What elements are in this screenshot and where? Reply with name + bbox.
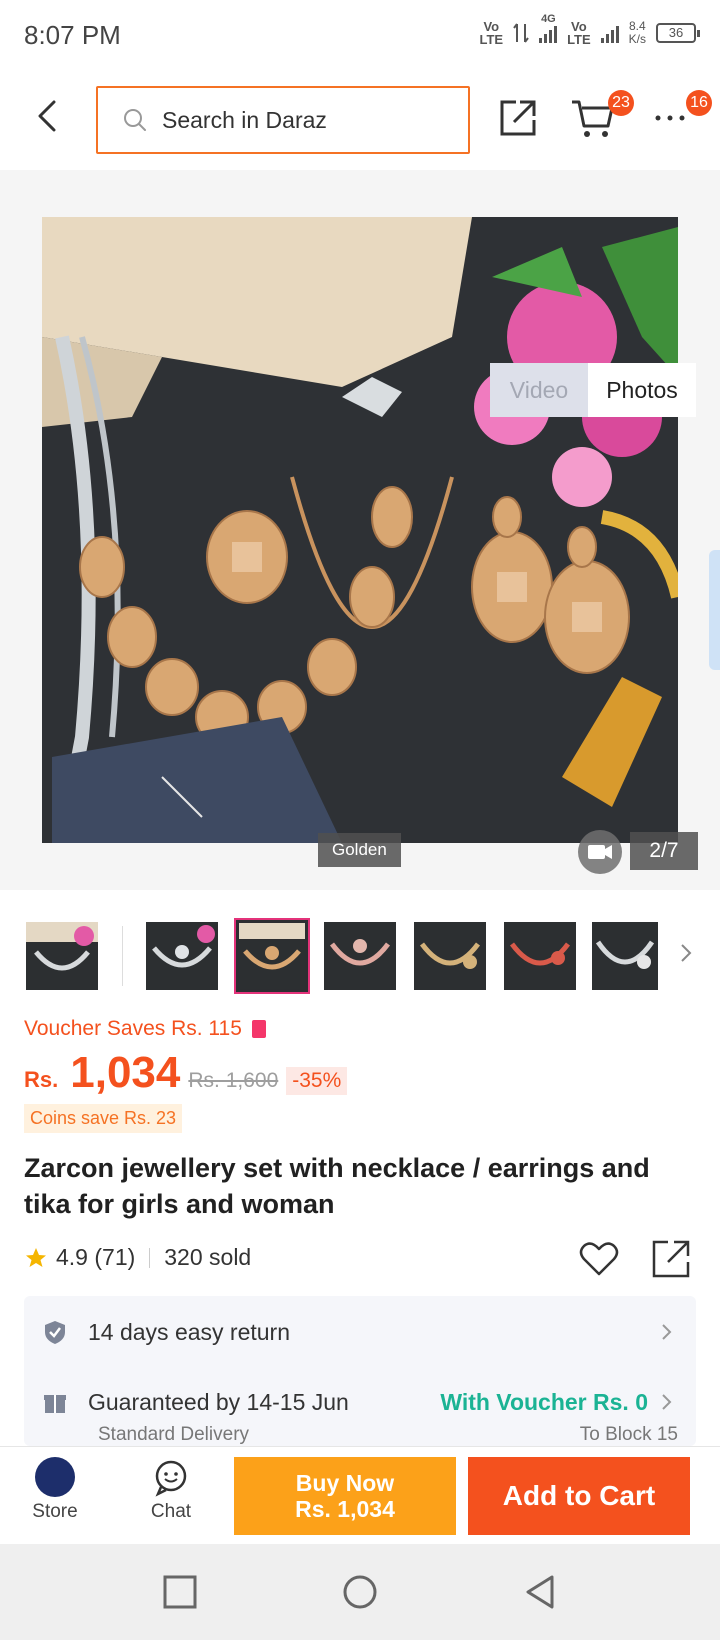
signal-bars-icon-2 — [600, 23, 619, 43]
price-row: Rs. 1,034 Rs. 1,600 -35% — [24, 1048, 348, 1098]
recent-apps-icon[interactable] — [162, 1574, 198, 1610]
rating-divider — [149, 1247, 151, 1268]
return-policy-label: 14 days easy return — [88, 1318, 291, 1345]
cart-button[interactable]: 23 — [570, 90, 634, 150]
thumbnail-1[interactable] — [26, 922, 98, 990]
store-button[interactable]: Store — [10, 1457, 100, 1523]
jewellery-photo — [42, 217, 678, 843]
thumbnail-4[interactable] — [324, 922, 396, 990]
buy-now-price: Rs. 1,034 — [295, 1496, 395, 1522]
tab-photos[interactable]: Photos — [588, 363, 696, 417]
more-menu-button[interactable]: 16 — [652, 90, 712, 150]
chevron-right-icon[interactable] — [676, 940, 696, 966]
variant-label: Golden — [318, 833, 401, 867]
thumb-image — [504, 922, 576, 990]
status-bar: 8:07 PM Vo LTE 4G Vo LTE 8.4 K/s 36 — [0, 0, 720, 72]
gift-box-icon — [44, 1395, 66, 1413]
product-gallery: Video Photos — [0, 170, 720, 890]
add-to-cart-button[interactable]: Add to Cart — [468, 1457, 690, 1535]
signal-bars-icon — [539, 23, 558, 43]
search-icon — [124, 109, 146, 131]
data-transfer-icon — [513, 23, 529, 43]
product-title: Zarcon jewellery set with necklace / ear… — [24, 1153, 650, 1219]
video-camera-icon — [588, 845, 612, 859]
store-label: Store — [32, 1501, 78, 1522]
thumbnail-strip — [0, 910, 720, 998]
chevron-right-icon — [662, 1324, 672, 1340]
thumbnail-2[interactable] — [146, 922, 218, 990]
delivery-type: Standard Delivery — [98, 1424, 250, 1445]
back-arrow-icon[interactable] — [28, 96, 68, 136]
battery-icon: 36 — [656, 23, 700, 43]
shield-check-icon — [45, 1321, 65, 1344]
image-counter: 2/7 — [630, 832, 698, 870]
thumb-image — [26, 922, 98, 990]
rating-value: 4.9 (71) — [56, 1244, 136, 1270]
media-toggle: Video Photos — [490, 363, 696, 417]
delivery-voucher: With Voucher Rs. 0 — [440, 1388, 648, 1415]
volte2-bottom: LTE — [567, 32, 591, 47]
return-policy-row[interactable]: 14 days easy return — [24, 1302, 696, 1362]
chat-icon — [155, 1460, 187, 1497]
original-price: Rs. 1,600 — [188, 1069, 279, 1092]
cart-count-badge: 23 — [608, 90, 634, 116]
star-icon — [26, 1247, 46, 1267]
rating-row[interactable]: 4.9 (71) 320 sold — [24, 1244, 251, 1271]
back-triangle-icon[interactable] — [522, 1574, 558, 1610]
thumbnail-5[interactable] — [414, 922, 486, 990]
play-video-button[interactable] — [578, 830, 622, 874]
search-box[interactable]: Search in Daraz — [96, 86, 470, 154]
search-placeholder: Search in Daraz — [162, 106, 327, 133]
currency-label: Rs. — [24, 1067, 59, 1092]
chat-label: Chat — [150, 1501, 192, 1522]
thumbnail-3-selected[interactable] — [234, 918, 310, 994]
message-count-badge: 16 — [686, 90, 712, 116]
4g-label: 4G — [541, 13, 556, 25]
side-scroll-handle[interactable] — [709, 550, 720, 670]
signal-4g: 4G — [539, 13, 558, 43]
chevron-right-icon — [662, 1394, 672, 1410]
status-icons: Vo LTE 4G Vo LTE 8.4 K/s 36 — [479, 13, 700, 46]
status-time: 8:07 PM — [24, 20, 121, 50]
chat-button[interactable]: Chat — [126, 1457, 216, 1523]
speed-unit: K/s — [628, 32, 646, 46]
delivery-destination: To Block 15 — [579, 1424, 678, 1445]
coins-badge: Coins save Rs. 23 — [24, 1104, 183, 1133]
thumb-image — [146, 922, 218, 990]
voucher-savings[interactable]: Voucher Saves Rs. 115 — [24, 1017, 266, 1041]
thumbnail-7[interactable] — [592, 922, 658, 990]
volte-bottom: LTE — [479, 32, 504, 47]
thumb-image — [414, 922, 486, 990]
network-speed: 8.4 K/s — [629, 20, 646, 46]
heart-icon[interactable] — [578, 1238, 620, 1280]
thumb-image — [592, 922, 658, 990]
thumbnail-6[interactable] — [504, 922, 576, 990]
share-icon[interactable] — [650, 1238, 692, 1280]
tab-video[interactable]: Video — [490, 363, 588, 417]
current-price: 1,034 — [70, 1048, 181, 1097]
product-main-image[interactable] — [42, 217, 678, 843]
delivery-guarantee: Guaranteed by 14-15 Jun — [88, 1388, 349, 1415]
discount-badge: -35% — [286, 1067, 348, 1095]
buy-now-button[interactable]: Buy Now Rs. 1,034 — [234, 1457, 456, 1535]
bottom-action-bar: Store Chat Buy Now Rs. 1,034 Add to Cart — [0, 1446, 720, 1544]
thumbnail-divider — [122, 926, 123, 986]
voucher-icon — [251, 1020, 266, 1038]
volte-indicator: Vo LTE — [479, 20, 503, 46]
home-circle-icon[interactable] — [342, 1574, 378, 1610]
share-icon[interactable] — [494, 94, 542, 142]
delivery-row[interactable]: Guaranteed by 14-15 Jun With Voucher Rs.… — [24, 1372, 696, 1432]
store-logo-icon — [35, 1457, 75, 1497]
volte-indicator-2: Vo LTE — [567, 20, 591, 46]
service-card: 14 days easy return Guaranteed by 14-15 … — [24, 1296, 696, 1446]
system-nav-bar — [0, 1544, 720, 1640]
thumb-image — [324, 922, 396, 990]
top-nav: Search in Daraz 23 16 — [0, 72, 720, 170]
buy-now-label: Buy Now — [295, 1470, 395, 1496]
sold-count: 320 sold — [164, 1244, 252, 1270]
thumb-image — [239, 923, 305, 989]
voucher-text: Voucher Saves Rs. 115 — [24, 1017, 242, 1040]
